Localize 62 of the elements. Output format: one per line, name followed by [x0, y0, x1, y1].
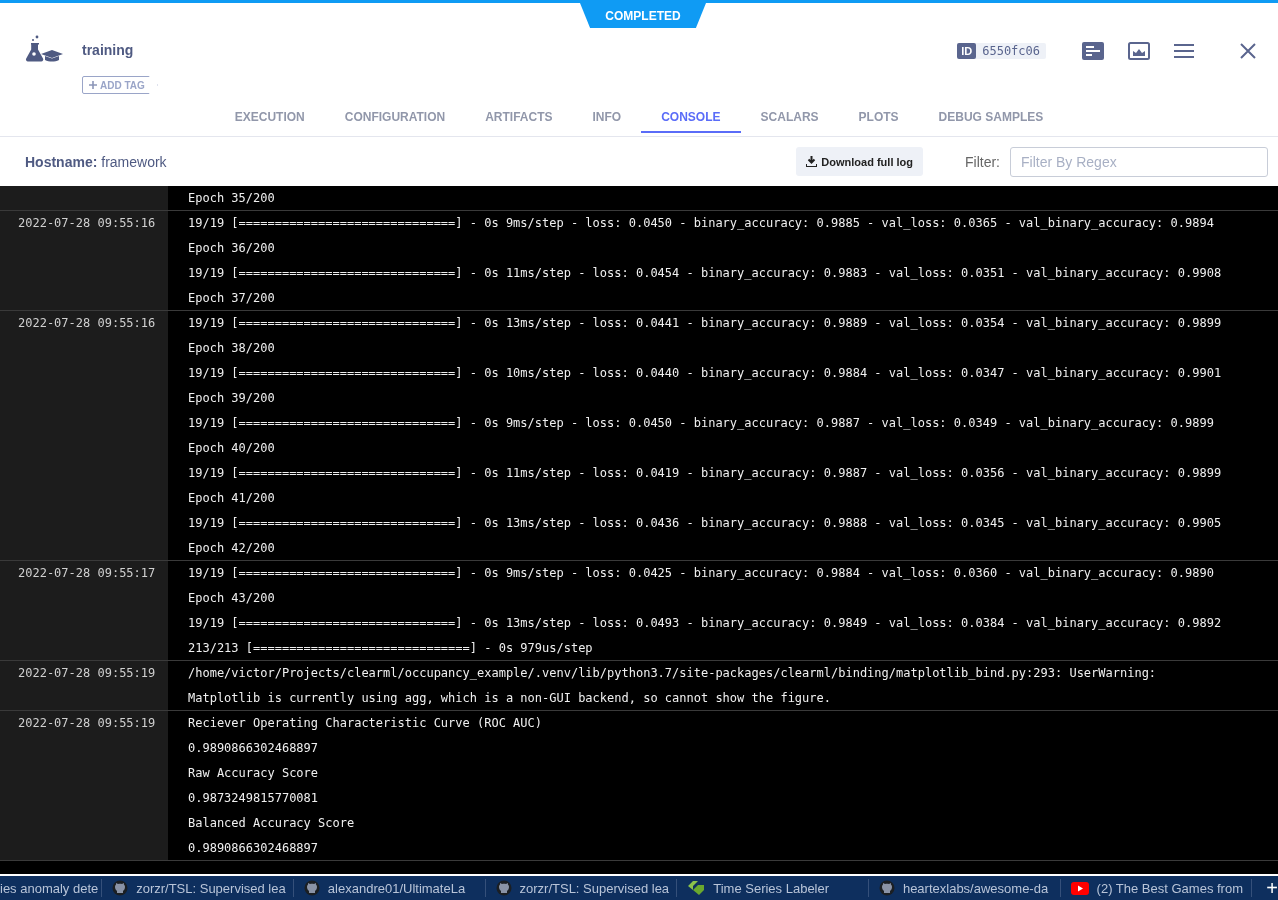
details-icon[interactable] [1082, 42, 1104, 60]
experiment-title: training [82, 42, 134, 58]
browser-tab[interactable]: (2) The Best Games from [1060, 879, 1253, 897]
plus-icon [89, 81, 97, 89]
log-line: 19/19 [==============================] - 0s 13ms/step - loss: 0.0441 - binary_accuracy: 0.9889 - val_loss: 0.0354 - val_binary_accuracy: 0.9899 [188, 315, 1222, 332]
log-line: 19/19 [==============================] - 0s 13ms/step - loss: 0.0493 - binary_accuracy: 0.9849 - val_loss: 0.0384 - val_binary_accuracy: 0.9892 [188, 615, 1222, 632]
log-line: 0.9873249815770081 [188, 790, 320, 807]
log-line: Epoch 35/200 [188, 190, 275, 207]
github-icon [495, 880, 512, 896]
download-button[interactable]: Download full log [796, 147, 923, 176]
hostname-text: Hostname: framework [25, 153, 167, 170]
menu-icon[interactable] [1174, 44, 1194, 58]
github-icon [878, 880, 895, 896]
id-value: 6550fc06 [981, 43, 1041, 59]
id-label: ID [957, 43, 977, 59]
log-line: Matplotlib is currently using agg, which is a non-GUI backend, so cannot show the figure. [188, 690, 832, 707]
experiment-drawing [24, 35, 64, 65]
browser-tab[interactable]: ies anomaly dete [0, 879, 103, 897]
new-tab-button[interactable]: + [1252, 878, 1278, 898]
log-line: Epoch 40/200 [188, 440, 276, 457]
log-line: Balanced Accuracy Score [188, 815, 356, 832]
status-badge: COMPLETED [580, 3, 706, 28]
timestamp: 2022-07-28 09:55:17 [17, 565, 157, 582]
log-line: Epoch 42/200 [188, 540, 276, 557]
browser-tab[interactable]: zorzr/TSL: Supervised lea [485, 879, 678, 897]
browser-tab[interactable]: heartexlabs/awesome-da [868, 879, 1061, 897]
log-line: Raw Accuracy Score [188, 765, 320, 782]
log-line: Reciever Operating Characteristic Curve (ROC AUC) [188, 715, 542, 732]
log-line: Epoch 39/200 [188, 390, 276, 407]
log-line: Epoch 41/200 [188, 490, 276, 507]
close-icon[interactable] [1240, 43, 1256, 59]
browser-tab[interactable]: alexandre01/UltimateLa [293, 879, 486, 897]
log-line: 19/19 [==============================] - 0s 11ms/step - loss: 0.0454 - binary_accuracy: 0.9883 - val_loss: 0.0351 - val_binary_accuracy: 0.9908 [188, 265, 1222, 282]
log-line: Epoch 38/200 [188, 340, 276, 357]
log-line: /home/victor/Projects/clearml/occupancy_example/.venv/lib/python3.7/site-packages/clearml/binding/matplotlib_bind.py:293: UserWarning: [188, 665, 1157, 682]
log-line: 213/213 [==============================] - 0s 979us/step [188, 640, 594, 657]
video-icon [1070, 881, 1089, 895]
chart-icon[interactable] [1128, 42, 1150, 60]
log-line: 0.9890866302468897 [188, 740, 320, 757]
log-line: 19/19 [==============================] - 0s 11ms/step - loss: 0.0419 - binary_accuracy: 0.9887 - val_loss: 0.0356 - val_binary_accuracy: 0.9899 [188, 465, 1222, 482]
timestamp: 2022-07-28 09:55:19 [17, 665, 157, 682]
timestamp: 2022-07-28 09:55:16 [17, 215, 157, 232]
log-line: Epoch 37/200 [188, 290, 276, 307]
filter-label: Filter: [965, 153, 1000, 170]
log-line: 19/19 [==============================] - 0s 9ms/step - loss: 0.0450 - binary_accuracy: 0.9887 - val_loss: 0.0349 - val_binary_accuracy: 0.9899 [188, 415, 1215, 432]
log-line: 0.9890866302468897 [188, 840, 320, 857]
tab[interactable]: CONSOLE [641, 102, 741, 133]
log-line: 19/19 [==============================] - 0s 9ms/step - loss: 0.0450 - binary_accuracy: 0.9885 - val_loss: 0.0365 - val_binary_accuracy: 0.9894 [188, 215, 1215, 232]
github-icon [303, 880, 320, 896]
log-line: 19/19 [==============================] - 0s 9ms/step - loss: 0.0425 - binary_accuracy: 0.9884 - val_loss: 0.0360 - val_binary_accuracy: 0.9890 [188, 565, 1215, 582]
github-icon [112, 880, 129, 896]
log-line: 19/19 [==============================] - 0s 10ms/step - loss: 0.0440 - binary_accuracy: 0.9884 - val_loss: 0.0347 - val_binary_accuracy: 0.9901 [188, 365, 1222, 382]
browser-tab[interactable]: Time Series Labeler [677, 879, 869, 897]
labels-icon [687, 881, 706, 895]
timestamp: 2022-07-28 09:55:19 [17, 715, 157, 732]
download-icon [806, 156, 818, 167]
log-line: Epoch 43/200 [188, 590, 276, 607]
timestamp: 2022-07-28 09:55:16 [17, 315, 157, 332]
browser-tab[interactable]: zorzr/TSL: Supervised lea [102, 879, 294, 897]
filter-field[interactable]: Filter By Regex [1010, 146, 1268, 177]
log-line: Epoch 36/200 [188, 240, 276, 257]
log-line: 19/19 [==============================] - 0s 13ms/step - loss: 0.0436 - binary_accuracy: 0.9888 - val_loss: 0.0345 - val_binary_accuracy: 0.9905 [188, 515, 1222, 532]
